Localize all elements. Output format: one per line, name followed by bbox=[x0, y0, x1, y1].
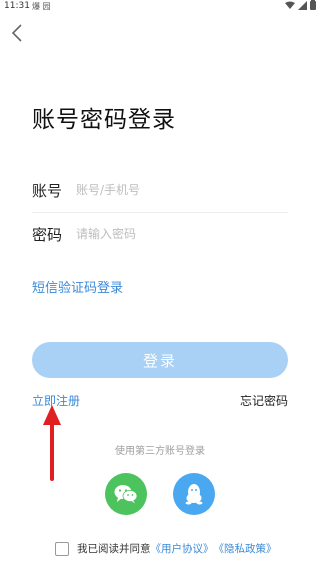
battery-icon bbox=[310, 0, 316, 10]
status-time: 11:31 bbox=[4, 1, 30, 11]
status-bar: 11:31 爆 园 bbox=[0, 0, 320, 14]
notification-icons: 爆 园 bbox=[32, 2, 51, 11]
sms-login-link[interactable]: 短信验证码登录 bbox=[32, 277, 123, 296]
qq-login-button[interactable] bbox=[173, 473, 215, 515]
agreement-row: 我已阅读并同意 《用户协议》 《隐私政策》 bbox=[55, 541, 277, 556]
forgot-password-link[interactable]: 忘记密码 bbox=[240, 392, 288, 409]
status-icons bbox=[285, 0, 316, 10]
agreement-prefix: 我已阅读并同意 bbox=[77, 543, 151, 555]
account-field: 账号 bbox=[32, 168, 288, 213]
chevron-left-icon bbox=[11, 24, 22, 42]
account-label: 账号 bbox=[32, 181, 63, 200]
wifi-icon bbox=[285, 1, 295, 9]
password-field: 密码 bbox=[32, 212, 288, 256]
password-input[interactable] bbox=[76, 227, 266, 241]
page-title: 账号密码登录 bbox=[32, 107, 176, 133]
user-agreement-link[interactable]: 《用户协议》 bbox=[151, 541, 214, 556]
account-input[interactable] bbox=[76, 183, 266, 197]
signal-icon bbox=[298, 0, 307, 10]
qq-icon bbox=[185, 484, 203, 505]
wechat-icon bbox=[114, 485, 138, 504]
login-button[interactable]: 登录 bbox=[32, 342, 288, 378]
back-button[interactable] bbox=[6, 22, 28, 44]
privacy-policy-link[interactable]: 《隐私政策》 bbox=[214, 541, 277, 556]
agreement-checkbox[interactable] bbox=[55, 541, 69, 556]
third-party-login-label: 使用第三方账号登录 bbox=[115, 446, 205, 457]
password-label: 密码 bbox=[32, 225, 63, 244]
wechat-login-button[interactable] bbox=[105, 473, 147, 515]
